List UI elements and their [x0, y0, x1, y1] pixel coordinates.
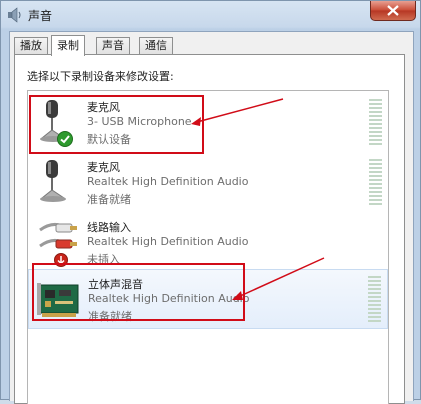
recording-device-list[interactable]: 麦克风 3- USB Microphone 默认设备 麦克风 Realtek H… — [27, 90, 389, 404]
microphone-icon — [40, 160, 66, 202]
sound-dialog-window: 声音 播放 录制 声音 通信 选择以下录制设备来修改设置: 麦克风 3- USB… — [0, 0, 421, 404]
tab-communications[interactable]: 通信 — [139, 37, 173, 54]
level-meter — [368, 276, 381, 324]
device-name: 麦克风 — [87, 161, 120, 174]
device-status: 准备就绪 — [87, 193, 131, 206]
recording-tab-panel: 选择以下录制设备来修改设置: 麦克风 3- USB Microphone 默认设… — [14, 54, 405, 404]
device-description: Realtek High Definition Audio — [88, 292, 250, 305]
default-check-icon — [57, 131, 73, 147]
device-description: Realtek High Definition Audio — [87, 235, 249, 248]
close-icon — [387, 5, 399, 16]
device-description: 3- USB Microphone — [87, 115, 192, 128]
device-item[interactable]: 麦克风 Realtek High Definition Audio 准备就绪 — [28, 153, 388, 213]
speaker-icon — [8, 7, 21, 23]
title-bar[interactable]: 声音 — [1, 1, 420, 29]
device-item[interactable]: 线路输入 Realtek High Definition Audio 未插入 — [28, 213, 388, 273]
dialog-client-area: 播放 录制 声音 通信 选择以下录制设备来修改设置: 麦克风 3- USB Mi… — [9, 31, 414, 404]
device-status: 准备就绪 — [88, 310, 132, 323]
tab-recording[interactable]: 录制 — [51, 35, 85, 56]
device-name: 立体声混音 — [88, 278, 143, 291]
device-name: 麦克风 — [87, 101, 120, 114]
device-description: Realtek High Definition Audio — [87, 175, 249, 188]
device-status: 默认设备 — [87, 133, 131, 146]
tab-playback[interactable]: 播放 — [14, 37, 48, 54]
device-status: 未插入 — [87, 253, 120, 266]
device-name: 线路输入 — [87, 221, 131, 234]
device-item[interactable]: 麦克风 3- USB Microphone 默认设备 — [28, 93, 388, 153]
tab-sounds[interactable]: 声音 — [96, 37, 130, 54]
level-meter — [369, 99, 382, 147]
level-meter — [369, 159, 382, 207]
close-button[interactable] — [370, 1, 416, 21]
device-item[interactable]: 立体声混音 Realtek High Definition Audio 准备就绪 — [28, 269, 388, 329]
unplugged-icon — [54, 253, 68, 267]
sound-card-icon — [37, 283, 79, 317]
instruction-text: 选择以下录制设备来修改设置: — [27, 70, 174, 83]
window-title: 声音 — [28, 9, 53, 23]
